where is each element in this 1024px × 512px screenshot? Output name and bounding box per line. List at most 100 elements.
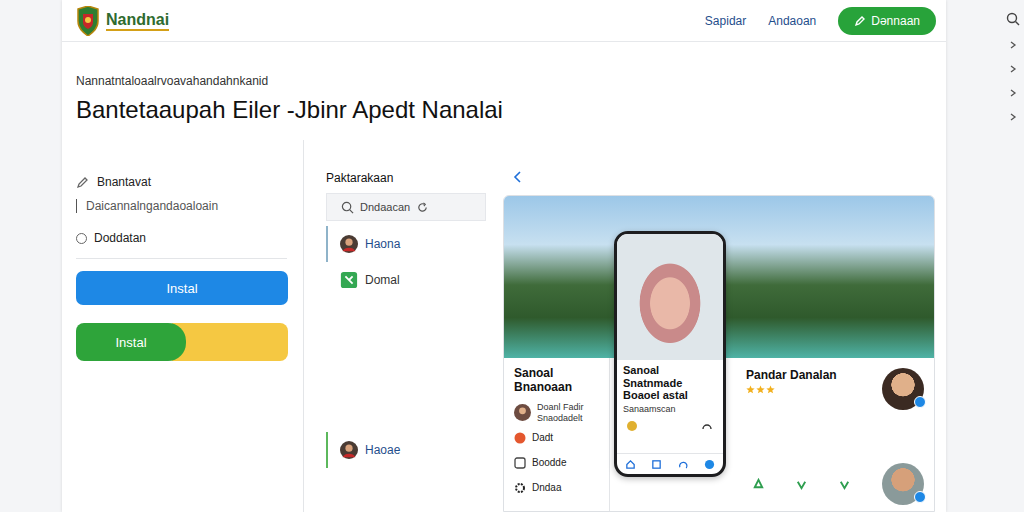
verified-badge-icon: [914, 491, 926, 503]
nav-link[interactable]: Andaoan: [768, 14, 816, 28]
install-button[interactable]: Instal: [76, 271, 288, 305]
hero: Nannatntaloaalrvoavahandahnkanid Banteta…: [62, 42, 946, 140]
person-avatar-icon[interactable]: [882, 463, 924, 505]
person-name: Doanl Fadir: [537, 402, 584, 412]
phone-subtitle: Sanaamscan: [623, 404, 717, 414]
contact-item[interactable]: Haoae: [326, 432, 486, 468]
post-row[interactable]: Dadt: [514, 427, 603, 449]
person-avatar-icon[interactable]: [882, 368, 924, 410]
hero-subtitle: Nannatntaloaalrvoavahandahnkanid: [76, 74, 932, 88]
radio-option[interactable]: Doddatan: [76, 226, 287, 259]
install-split-button[interactable]: Instal: [76, 323, 288, 361]
panel-item[interactable]: Bnantavat: [76, 170, 287, 194]
chat-icon[interactable]: [678, 459, 689, 470]
chevron-icon[interactable]: [1008, 88, 1018, 98]
app-window: Nandnai Sapidar Andaoan Dənnaan Nannatnta…: [62, 0, 946, 512]
post-row[interactable]: Boodde: [514, 452, 603, 474]
portrait-photo: [617, 234, 723, 360]
pencil-icon: [76, 175, 90, 189]
right-rail: [946, 0, 1024, 512]
app-icon: [340, 271, 358, 289]
split-main[interactable]: Instal: [76, 323, 186, 361]
star-icon: [766, 385, 775, 394]
feed-card: Sanoal Bnanoaan Doanl Fadir Snaodadelt D…: [503, 195, 935, 512]
post-row[interactable]: Doanl Fadir Snaodadelt: [514, 402, 603, 424]
person-avatar-icon: [514, 404, 531, 421]
box-icon: [514, 457, 526, 469]
cta-label: Dənnaan: [871, 14, 920, 28]
split-extra[interactable]: [172, 323, 288, 361]
place-title: Pandar Danalan: [746, 368, 837, 382]
place-card: Pandar Danalan: [734, 358, 934, 511]
row-label: Dndaa: [532, 482, 561, 493]
cta-button[interactable]: Dənnaan: [838, 7, 936, 35]
contact-label: Haoae: [365, 443, 400, 457]
nav-link[interactable]: Sapidar: [705, 14, 746, 28]
search-placeholder: Dndaacan: [360, 201, 410, 213]
back-chevron-icon[interactable]: [512, 170, 524, 184]
contact-label: Haona: [365, 237, 400, 251]
gear-icon: [514, 482, 526, 494]
place-header: Pandar Danalan: [746, 368, 924, 410]
chevron-icon[interactable]: [1008, 112, 1018, 122]
post-card: Sanoal Bnanoaan Doanl Fadir Snaodadelt D…: [504, 358, 610, 511]
phone-reactions: [623, 420, 717, 432]
contact-label: Domal: [365, 273, 400, 287]
panel-item-label: Daicannalngandaoaloain: [86, 199, 218, 213]
person-avatar-icon: [340, 441, 358, 459]
shield-icon: [76, 6, 100, 36]
top-bar: Nandnai Sapidar Andaoan Dənnaan: [62, 0, 946, 42]
columns: Bnantavat Daicannalngandaoaloain Doddata…: [62, 140, 946, 512]
phone-mockup: Sanoal Snatnmade Boaoel astal Sanaamscan: [614, 231, 726, 477]
contacts-panel: Paktarakaan Dndaacan Haona Domal Haoae: [326, 140, 486, 512]
place-actions: [746, 463, 924, 505]
radio-label: Doddatan: [94, 231, 146, 245]
action-icons: [746, 478, 851, 491]
verified-badge-icon: [914, 396, 926, 408]
panel-item-label: Bnantavat: [97, 175, 151, 189]
logo-text: Nandnai: [106, 11, 169, 31]
profile-icon[interactable]: [704, 459, 715, 470]
home-icon[interactable]: [625, 459, 636, 470]
star-icon: [756, 385, 765, 394]
install-buttons: Instal Instal: [76, 271, 287, 361]
refresh-icon[interactable]: [416, 201, 429, 214]
contacts-title: Paktarakaan: [326, 171, 486, 185]
phone-content: Sanoal Snatnmade Boaoel astal Sanaamscan: [617, 360, 723, 453]
phone-title: Sanoal Snatnmade Boaoel astal: [623, 364, 717, 402]
check-icon[interactable]: [838, 478, 851, 491]
chevron-icon[interactable]: [1008, 40, 1018, 50]
row-label: Dadt: [532, 432, 553, 443]
text-marker-icon: [76, 199, 77, 213]
place-info: Pandar Danalan: [746, 368, 837, 394]
alert-icon: [514, 432, 526, 444]
feed: Sanoal Bnanoaan Doanl Fadir Snaodadelt D…: [486, 140, 946, 512]
contact-item[interactable]: Domal: [326, 262, 486, 298]
post-title: Sanoal Bnanoaan: [514, 366, 603, 395]
logo[interactable]: Nandnai: [76, 6, 169, 36]
search-field[interactable]: Dndaacan: [326, 193, 486, 221]
pen-icon: [854, 15, 866, 27]
box-icon[interactable]: [651, 459, 662, 470]
rating: [746, 385, 837, 394]
check-icon[interactable]: [795, 478, 808, 491]
person-text: Doanl Fadir Snaodadelt: [537, 402, 584, 423]
post-row[interactable]: Dndaa: [514, 477, 603, 499]
row-label: Boodde: [532, 457, 566, 468]
nav: Sapidar Andaoan Dənnaan: [705, 7, 936, 35]
avatar-icon: [627, 421, 637, 431]
headset-icon: [701, 420, 713, 432]
contact-list: Haona Domal Haoae: [326, 221, 486, 512]
person-sub: Snaodadelt: [537, 413, 584, 423]
star-icon: [746, 385, 755, 394]
recycle-icon[interactable]: [752, 478, 765, 491]
contact-item[interactable]: Haona: [326, 226, 486, 262]
left-panel: Bnantavat Daicannalngandaoaloain Doddata…: [62, 140, 304, 512]
radio-icon: [76, 233, 87, 244]
search-icon: [341, 201, 354, 214]
phone-tab-bar: [617, 453, 723, 474]
search-icon[interactable]: [1006, 12, 1020, 26]
person-avatar-icon: [340, 235, 358, 253]
panel-item[interactable]: Daicannalngandaoaloain: [76, 194, 287, 218]
chevron-icon[interactable]: [1008, 64, 1018, 74]
